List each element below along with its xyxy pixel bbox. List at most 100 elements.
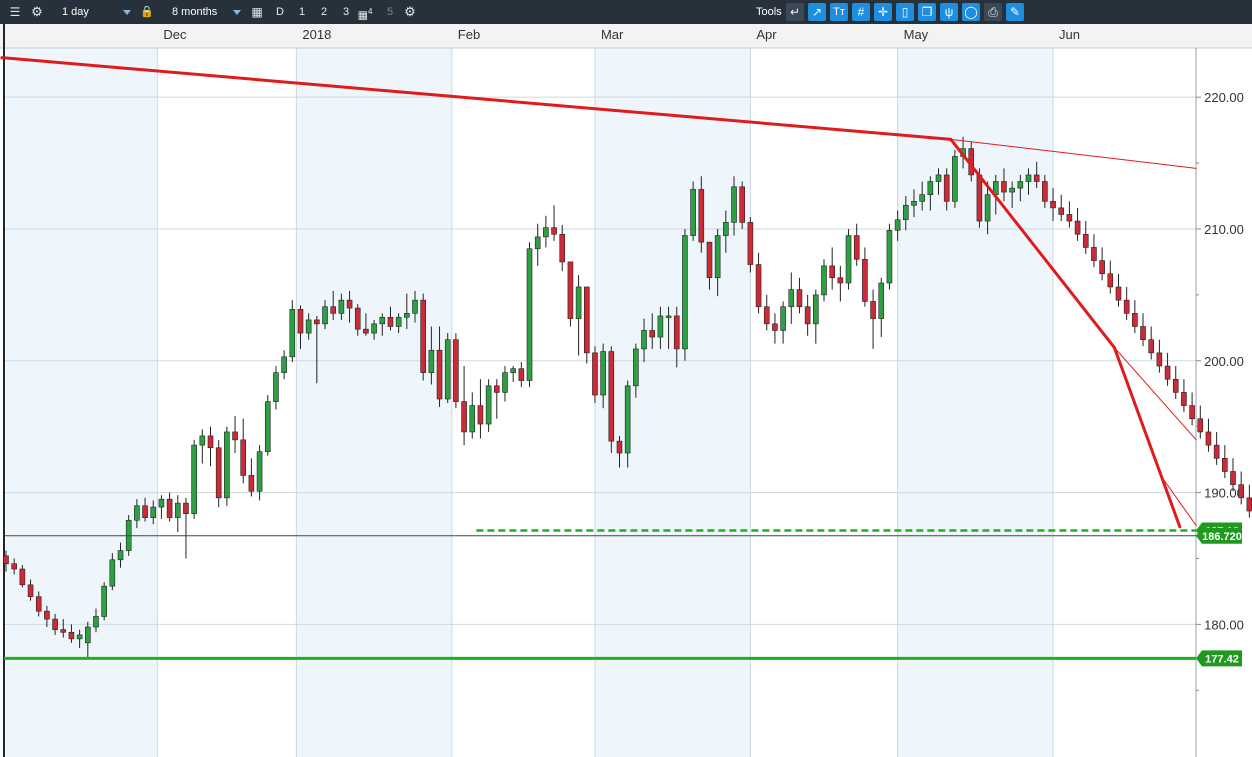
candle-body	[76, 634, 83, 640]
menu-icon[interactable]: ☰	[6, 3, 24, 21]
candle-body	[363, 328, 369, 334]
print-icon[interactable]: ⎙	[984, 3, 1002, 21]
price-label-0: 180.00	[1204, 617, 1244, 632]
shape-icon[interactable]: ◯	[962, 3, 980, 21]
candle-51	[420, 293, 426, 381]
candle-body	[902, 204, 909, 221]
candle-54	[444, 333, 451, 403]
candle-body	[543, 227, 549, 238]
candle-body	[117, 550, 124, 561]
candle-59	[485, 379, 492, 432]
candle-body	[444, 339, 451, 400]
candle-body	[1025, 174, 1032, 182]
window-icon[interactable]: ❐	[918, 3, 936, 21]
back-arrow-icon[interactable]: ↵	[786, 3, 804, 21]
candle-body	[739, 186, 746, 223]
candle-body	[706, 241, 713, 279]
candle-body	[371, 323, 377, 334]
candle-body	[191, 444, 197, 514]
chevron-down-icon	[123, 10, 131, 15]
chevron-down-icon	[233, 10, 241, 15]
period-4-label: 4	[367, 7, 373, 16]
candle-body	[240, 439, 247, 476]
gear-icon[interactable]: ⚙	[28, 3, 46, 21]
support-price-tag: 177.42	[1196, 650, 1242, 667]
candle-body	[763, 306, 770, 325]
candle-body	[1148, 339, 1154, 354]
calendar-icon[interactable]: ▦	[249, 3, 265, 21]
candle-body	[1164, 365, 1171, 380]
candle-body	[682, 235, 688, 350]
candle-body	[338, 299, 345, 314]
lock-icon[interactable]: 🔒	[140, 3, 154, 21]
candle-71	[583, 286, 590, 364]
candle-body	[526, 248, 533, 381]
candle-body	[207, 435, 214, 449]
candle-body	[428, 349, 435, 373]
candle-body	[821, 265, 827, 296]
candle-body	[1115, 286, 1122, 301]
candle-152	[1246, 484, 1252, 518]
last-price-tag: 186.720	[1196, 527, 1242, 544]
range-value: 8 months	[172, 6, 218, 18]
price-chart[interactable]: Dec 2018 Feb Mar Apr May Jun 180.00 190.00 200.00…	[0, 24, 1252, 757]
candle-body	[60, 629, 67, 633]
candle-23	[191, 439, 197, 519]
period-button-5[interactable]: 5	[382, 3, 398, 21]
interval-dropdown[interactable]: 1 day	[58, 3, 134, 21]
month-label-4: Apr	[756, 27, 777, 42]
candle-body	[1017, 181, 1024, 189]
period-button-1[interactable]: 1	[294, 3, 310, 21]
candle-148	[1213, 431, 1220, 465]
candle-body	[387, 316, 394, 327]
grid-icon[interactable]: #	[852, 3, 870, 21]
candle-body	[796, 289, 803, 308]
candle-body	[469, 405, 476, 433]
settings-gear-icon[interactable]: ⚙	[402, 3, 418, 21]
candle-body	[862, 258, 868, 302]
candle-body	[919, 194, 925, 202]
candle-body	[804, 306, 811, 325]
candle-body	[1222, 458, 1228, 472]
candle-body	[453, 339, 459, 402]
candle-body	[174, 502, 181, 518]
candle-body	[837, 277, 844, 284]
candle-body	[624, 385, 631, 454]
chart-toolbar: ☰ ⚙ 1 day 🔒 8 months ▦ D 1 2 3 ▦4 5 ⚙ To…	[0, 0, 1252, 25]
candle-body	[232, 431, 238, 441]
range-dropdown[interactable]: 8 months	[166, 3, 244, 21]
candle-body	[886, 229, 893, 284]
candle-body	[1009, 187, 1015, 193]
period-button-3[interactable]: 3	[338, 3, 354, 21]
candle-body	[772, 323, 778, 331]
candle-body	[224, 431, 230, 499]
text-tool-icon[interactable]: Tт	[830, 3, 848, 21]
period-4-icon: ▦	[357, 9, 368, 22]
candle-body	[354, 307, 361, 330]
candle-body	[109, 559, 116, 587]
candle-body	[1091, 247, 1097, 261]
candle-body	[404, 313, 410, 318]
candle-icon[interactable]: ▯	[896, 3, 914, 21]
candle-12	[101, 582, 107, 621]
line-tool-icon[interactable]: ↗	[808, 3, 826, 21]
candle-body	[1107, 273, 1114, 288]
period-button-d[interactable]: D	[272, 3, 288, 21]
month-shade-0	[6, 48, 158, 757]
candle-body	[1181, 392, 1187, 406]
candle-body	[1082, 233, 1089, 248]
candle-body	[952, 156, 958, 202]
candle-body	[649, 330, 656, 338]
candle-body	[330, 306, 337, 314]
candle-body	[1042, 181, 1048, 202]
crosshair-icon[interactable]: ✛	[874, 3, 892, 21]
period-button-4[interactable]: ▦4	[356, 3, 374, 22]
candle-91	[747, 217, 754, 273]
settings-tools-icon[interactable]: ✎	[1006, 3, 1024, 21]
candle-55	[453, 333, 459, 409]
candle-body	[673, 315, 680, 350]
candle-body	[600, 351, 606, 396]
support-price-tag-text: 177.42	[1205, 653, 1239, 665]
period-button-2[interactable]: 2	[316, 3, 332, 21]
fork-icon[interactable]: ψ	[940, 3, 958, 21]
